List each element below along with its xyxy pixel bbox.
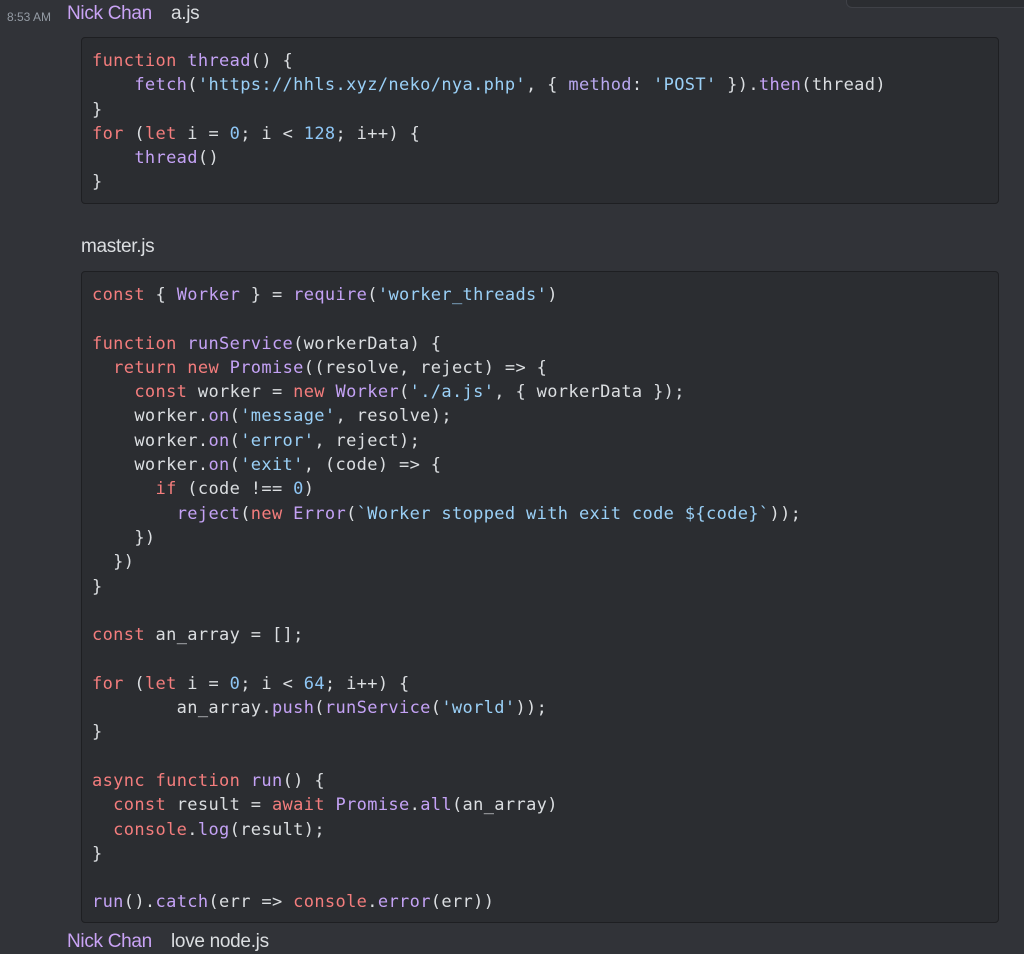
- code-content: function thread() { fetch('https://hhls.…: [92, 51, 886, 193]
- code-block[interactable]: function thread() { fetch('https://hhls.…: [81, 37, 999, 204]
- message-text: love node.js: [171, 931, 269, 952]
- message-text: master.js: [81, 236, 155, 257]
- username[interactable]: Nick Chan: [67, 931, 152, 953]
- code-content: const { Worker } = require('worker_threa…: [92, 285, 802, 913]
- message-header: 8:53 AM Nick Chan a.js: [0, 0, 1024, 30]
- code-block[interactable]: const { Worker } = require('worker_threa…: [81, 271, 999, 923]
- username[interactable]: Nick Chan: [67, 3, 152, 25]
- message-timestamp: 8:53 AM: [7, 10, 52, 24]
- message-text: a.js: [171, 3, 200, 24]
